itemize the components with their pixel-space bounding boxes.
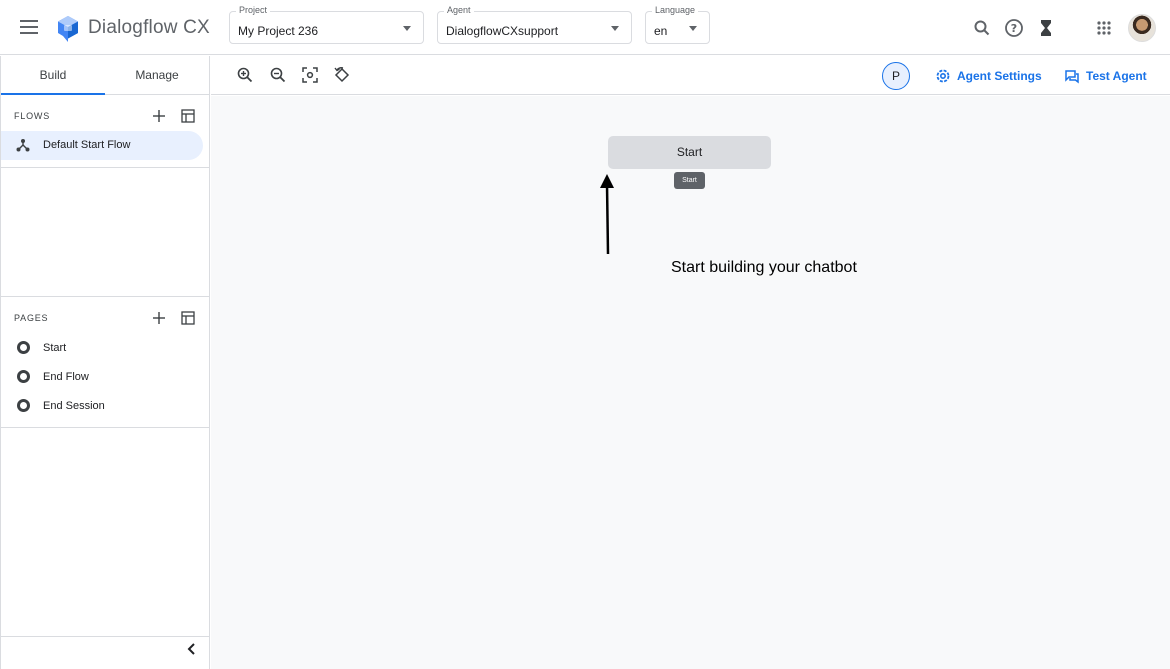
test-agent-label: Test Agent <box>1086 69 1147 83</box>
search-icon[interactable] <box>971 17 993 39</box>
page-circle-icon <box>17 341 30 354</box>
svg-text:?: ? <box>1011 22 1017 35</box>
app-title: Dialogflow CX <box>88 17 210 38</box>
help-icon[interactable]: ? <box>1003 17 1025 39</box>
page-item-end-flow[interactable]: End Flow <box>1 364 210 390</box>
arrow-up-annotation-icon <box>600 174 614 255</box>
page-item-label: End Flow <box>43 371 89 383</box>
flows-table-icon[interactable] <box>180 108 196 124</box>
hourglass-icon[interactable] <box>1035 17 1057 39</box>
collapse-sidebar-chevron-icon[interactable] <box>184 641 200 657</box>
tab-build[interactable]: Build <box>1 56 105 95</box>
flow-item-label: Default Start Flow <box>43 139 131 151</box>
gear-icon <box>936 69 950 83</box>
divider <box>1 636 210 637</box>
sidebar-tabs: Build Manage <box>1 56 210 95</box>
project-selector-label: Project <box>236 5 271 15</box>
flow-item-default-start-flow[interactable]: Default Start Flow <box>1 131 203 160</box>
pages-table-icon[interactable] <box>180 310 196 326</box>
page-circle-icon <box>17 399 30 412</box>
page-item-start[interactable]: Start <box>1 335 210 361</box>
chevron-down-icon <box>689 26 697 31</box>
agent-settings-button[interactable]: Agent Settings <box>935 67 1042 85</box>
divider <box>1 167 210 168</box>
pages-section-title: PAGES <box>14 313 49 323</box>
project-initial-avatar[interactable]: P <box>882 62 910 90</box>
chat-icon <box>1065 70 1079 84</box>
divider <box>1 296 210 297</box>
divider <box>1 427 210 428</box>
canvas-hint-text: Start building your chatbot <box>671 259 857 276</box>
page-item-end-session[interactable]: End Session <box>1 393 210 419</box>
fit-to-screen-icon[interactable] <box>301 66 319 84</box>
agent-selector[interactable]: Agent DialogflowCXsupport <box>437 5 632 44</box>
page-circle-icon <box>17 370 30 383</box>
agent-settings-label: Agent Settings <box>957 69 1042 83</box>
agent-selector-label: Agent <box>444 5 474 15</box>
canvas-toolbar: P Agent Settings Test Agent <box>211 56 1170 95</box>
user-avatar[interactable] <box>1128 14 1156 42</box>
zoom-in-icon[interactable] <box>236 66 254 84</box>
language-selector[interactable]: Language en <box>645 5 710 44</box>
start-node-chip: Start <box>674 172 705 189</box>
flow-canvas[interactable]: Start Start Start building your chatbot <box>211 96 1170 669</box>
flows-section-title: FLOWS <box>14 111 51 121</box>
apps-grid-icon[interactable] <box>1093 17 1115 39</box>
add-flow-plus-icon[interactable] <box>151 108 167 124</box>
dialogflow-logo-icon <box>58 16 78 42</box>
tab-manage[interactable]: Manage <box>105 56 209 95</box>
hamburger-icon[interactable] <box>20 20 38 34</box>
project-selector[interactable]: Project My Project 236 <box>229 5 424 44</box>
test-agent-button[interactable]: Test Agent <box>1064 67 1154 85</box>
zoom-out-icon[interactable] <box>269 66 287 84</box>
language-selector-value: en <box>654 24 668 38</box>
chevron-down-icon <box>611 26 619 31</box>
language-selector-label: Language <box>652 5 699 15</box>
project-selector-value: My Project 236 <box>238 24 319 38</box>
chevron-down-icon <box>403 26 411 31</box>
page-item-label: Start <box>43 342 67 354</box>
agent-selector-value: DialogflowCXsupport <box>446 24 559 38</box>
start-node[interactable]: Start <box>608 136 771 169</box>
reset-view-icon[interactable] <box>333 66 351 84</box>
add-page-plus-icon[interactable] <box>151 310 167 326</box>
flow-tree-icon <box>16 139 30 152</box>
page-item-label: End Session <box>43 400 105 412</box>
sidebar: Build Manage FLOWS Default Start Flow PA… <box>0 56 210 669</box>
top-app-bar: Dialogflow CX Project My Project 236 Age… <box>0 3 1170 55</box>
